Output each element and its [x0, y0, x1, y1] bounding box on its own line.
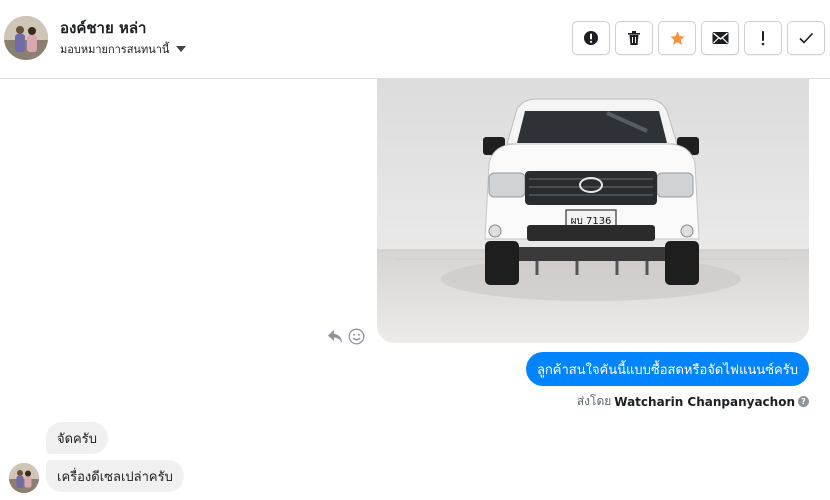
mark-spam-button[interactable] — [572, 21, 610, 55]
check-icon — [799, 32, 814, 44]
reply-icon[interactable] — [327, 329, 344, 344]
contact-avatar[interactable] — [4, 16, 48, 60]
mark-done-button[interactable] — [787, 21, 825, 55]
outgoing-message-bubble[interactable]: ลูกค้าสนใจคันนี้แบบซื้อสดหรือจัดไฟแนนซ์ค… — [525, 352, 809, 386]
envelope-icon — [712, 32, 728, 44]
exclamation-icon — [761, 31, 765, 46]
sender-avatar[interactable] — [9, 463, 39, 493]
exclamation-circle-icon — [584, 31, 598, 45]
star-icon — [669, 30, 685, 45]
conversation-header: องค์ชาย หล่า มอบหมายการสนทนานี้ — [0, 0, 830, 79]
incoming-message-bubble[interactable]: เครื่องดีเซลเปล่าครับ — [46, 460, 184, 492]
delete-button[interactable] — [615, 21, 653, 55]
incoming-message-bubble[interactable]: จัดครับ — [46, 422, 108, 454]
trash-icon — [628, 31, 640, 45]
conversation-actions — [572, 21, 825, 55]
message-image[interactable]: ผบ 7136 — [377, 79, 809, 343]
caret-down-icon — [176, 46, 187, 52]
assign-label: มอบหมายการสนทนานี้ — [60, 43, 170, 56]
star-button[interactable] — [658, 21, 696, 55]
mark-unread-button[interactable] — [701, 21, 739, 55]
contact-name[interactable]: องค์ชาย หล่า — [60, 16, 146, 40]
sent-by-label: ส่งโดย — [576, 394, 612, 408]
sent-by-line: ส่งโดย Watcharin Chanpanyachon ? — [577, 392, 809, 411]
emoji-react-icon[interactable] — [348, 328, 365, 345]
question-circle-icon[interactable]: ? — [798, 396, 809, 407]
assign-conversation-dropdown[interactable]: มอบหมายการสนทนานี้ — [60, 40, 187, 58]
sent-by-name: Watcharin Chanpanyachon — [614, 394, 795, 409]
follow-up-button[interactable] — [744, 21, 782, 55]
